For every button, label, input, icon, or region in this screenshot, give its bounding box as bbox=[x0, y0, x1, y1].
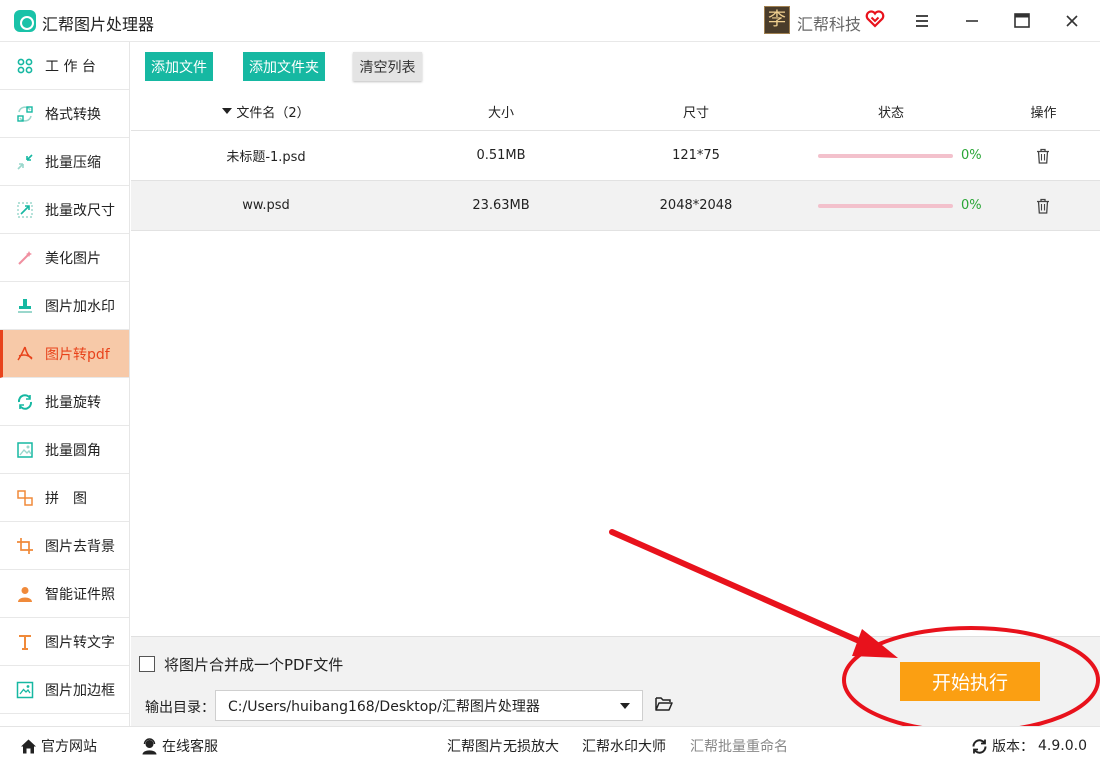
progress-bar bbox=[818, 204, 953, 208]
refresh-icon bbox=[972, 738, 987, 754]
pdf-icon bbox=[17, 346, 33, 360]
sidebar-item-label: 图片转文字 bbox=[45, 634, 115, 651]
frame-icon bbox=[16, 681, 34, 698]
home-icon bbox=[21, 739, 36, 753]
close-icon[interactable] bbox=[1058, 8, 1086, 34]
footer-link-watermark[interactable]: 汇帮水印大师 bbox=[582, 736, 666, 756]
sidebar-item-batch-resize[interactable]: 批量改尺寸 bbox=[0, 186, 129, 234]
merge-pdf-checkbox[interactable] bbox=[139, 656, 155, 672]
footer: 官方网站 在线客服 汇帮图片无损放大 汇帮水印大师 汇帮批量重命名 版本： 4.… bbox=[0, 726, 1100, 760]
sort-down-icon bbox=[222, 108, 233, 114]
progress-percent: 0% bbox=[961, 198, 982, 213]
sidebar-item-workbench[interactable]: 工 作 台 bbox=[0, 42, 129, 90]
start-button[interactable]: 开始执行 bbox=[900, 662, 1040, 701]
sidebar-item-label: 图片加水印 bbox=[45, 298, 115, 315]
sidebar-item-id-photo[interactable]: 智能证件照 bbox=[0, 570, 129, 618]
table-row[interactable]: 未标题-1.psd 0.51MB 121*75 0% bbox=[131, 131, 1100, 181]
chevron-down-icon bbox=[620, 703, 630, 709]
column-header-name[interactable]: 文件名（2） bbox=[181, 92, 351, 130]
sidebar-item-beautify[interactable]: 美化图片 bbox=[0, 234, 129, 282]
stamp-icon bbox=[18, 298, 32, 313]
puzzle-icon bbox=[17, 489, 33, 506]
file-dimensions: 2048*2048 bbox=[659, 198, 733, 213]
clear-list-button[interactable]: 清空列表 bbox=[353, 52, 422, 81]
support-agent-icon bbox=[142, 737, 157, 754]
convert-icon bbox=[17, 105, 33, 122]
file-dimensions: 121*75 bbox=[672, 148, 720, 163]
menu-icon[interactable] bbox=[908, 8, 936, 34]
sidebar-item-watermark[interactable]: 图片加水印 bbox=[0, 282, 129, 330]
sidebar-item-label: 批量改尺寸 bbox=[45, 202, 115, 219]
app-title: 汇帮图片处理器 bbox=[42, 15, 155, 34]
sidebar-item-batch-compress[interactable]: 批量压缩 bbox=[0, 138, 129, 186]
sidebar-item-label: 批量压缩 bbox=[45, 154, 101, 171]
options-panel: 将图片合并成一个PDF文件 输出目录： C:/Users/huibang168/… bbox=[131, 636, 1100, 726]
annotation-arrow-line bbox=[609, 529, 878, 651]
sidebar-item-label: 图片去背景 bbox=[45, 538, 115, 555]
sidebar-item-label: 图片转pdf bbox=[45, 346, 110, 363]
rounded-corner-icon bbox=[17, 441, 33, 458]
official-website-link[interactable]: 官方网站 bbox=[20, 736, 97, 756]
add-file-button[interactable]: 添加文件 bbox=[145, 52, 213, 81]
output-dir-select[interactable]: C:/Users/huibang168/Desktop/汇帮图片处理器 bbox=[215, 690, 643, 721]
grid-icon bbox=[17, 58, 33, 73]
user-avatar[interactable]: 李 bbox=[764, 6, 790, 34]
sidebar-item-format-convert[interactable]: 格式转换 bbox=[0, 90, 129, 138]
file-size: 23.63MB bbox=[472, 198, 530, 213]
table-header: 文件名（2） 大小 尺寸 状态 操作 bbox=[131, 92, 1100, 131]
output-dir-value: C:/Users/huibang168/Desktop/汇帮图片处理器 bbox=[228, 698, 540, 715]
sidebar-item-image-to-text[interactable]: 图片转文字 bbox=[0, 618, 129, 666]
sidebar-item-label: 拼 图 bbox=[45, 490, 87, 507]
sidebar-item-image-to-pdf[interactable]: 图片转pdf bbox=[0, 330, 129, 378]
sidebar-item-batch-rotate[interactable]: 批量旋转 bbox=[0, 378, 129, 426]
resize-icon bbox=[17, 201, 33, 218]
merge-pdf-label[interactable]: 将图片合并成一个PDF文件 bbox=[164, 654, 343, 675]
minimize-icon[interactable] bbox=[958, 8, 986, 34]
online-support-link[interactable]: 在线客服 bbox=[141, 736, 218, 756]
sidebar-item-label: 图片加边框 bbox=[45, 682, 115, 699]
sidebar-item-label: 格式转换 bbox=[45, 106, 101, 123]
app-logo-icon bbox=[14, 10, 36, 32]
file-name: 未标题-1.psd bbox=[226, 150, 306, 165]
sidebar-item-add-border[interactable]: 图片加边框 bbox=[0, 666, 129, 714]
table-row[interactable]: ww.psd 23.63MB 2048*2048 0% bbox=[131, 181, 1100, 231]
version-info[interactable]: 版本： 4.9.0.0 bbox=[971, 736, 1087, 756]
vip-heart-icon[interactable] bbox=[865, 9, 885, 29]
sidebar-item-label: 批量圆角 bbox=[45, 442, 101, 459]
beautify-icon bbox=[18, 250, 32, 265]
trash-icon[interactable] bbox=[1035, 198, 1051, 214]
rotate-icon bbox=[17, 393, 33, 410]
sidebar-item-label: 批量旋转 bbox=[45, 394, 101, 411]
title-bar: 汇帮图片处理器 李 汇帮科技 bbox=[0, 0, 1100, 42]
progress-percent: 0% bbox=[961, 148, 982, 163]
text-icon bbox=[19, 634, 31, 650]
column-header-status: 状态 bbox=[877, 105, 904, 121]
progress-bar bbox=[818, 154, 953, 158]
compress-icon bbox=[17, 153, 33, 170]
toolbar: 添加文件 添加文件夹 清空列表 bbox=[131, 42, 1100, 92]
footer-link-rename[interactable]: 汇帮批量重命名 bbox=[690, 736, 788, 756]
column-header-action: 操作 bbox=[1030, 105, 1057, 121]
trash-icon[interactable] bbox=[1035, 148, 1051, 164]
crop-icon bbox=[17, 537, 33, 554]
column-header-size: 大小 bbox=[487, 105, 514, 121]
user-name[interactable]: 汇帮科技 bbox=[797, 11, 861, 35]
footer-link-upscale[interactable]: 汇帮图片无损放大 bbox=[447, 736, 559, 756]
sidebar-item-label: 智能证件照 bbox=[45, 586, 115, 603]
maximize-icon[interactable] bbox=[1008, 8, 1036, 34]
file-table: 文件名（2） 大小 尺寸 状态 操作 未标题-1.psd 0.51MB 121*… bbox=[131, 92, 1100, 231]
sidebar-item-rounded-corner[interactable]: 批量圆角 bbox=[0, 426, 129, 474]
add-folder-button[interactable]: 添加文件夹 bbox=[243, 52, 325, 81]
output-dir-label: 输出目录： bbox=[145, 700, 215, 716]
sidebar-item-remove-background[interactable]: 图片去背景 bbox=[0, 522, 129, 570]
file-name: ww.psd bbox=[242, 198, 290, 213]
sidebar-item-label: 美化图片 bbox=[45, 250, 101, 267]
sidebar-item-label: 工 作 台 bbox=[45, 58, 96, 75]
folder-open-icon[interactable] bbox=[655, 696, 673, 712]
person-icon bbox=[18, 586, 32, 602]
column-header-dimensions: 尺寸 bbox=[682, 105, 709, 121]
sidebar: 工 作 台 格式转换 批量压缩 批量改尺寸 美化图片 图片加水印 图片转pdf … bbox=[0, 42, 130, 726]
file-size: 0.51MB bbox=[476, 148, 526, 163]
sidebar-item-collage[interactable]: 拼 图 bbox=[0, 474, 129, 522]
